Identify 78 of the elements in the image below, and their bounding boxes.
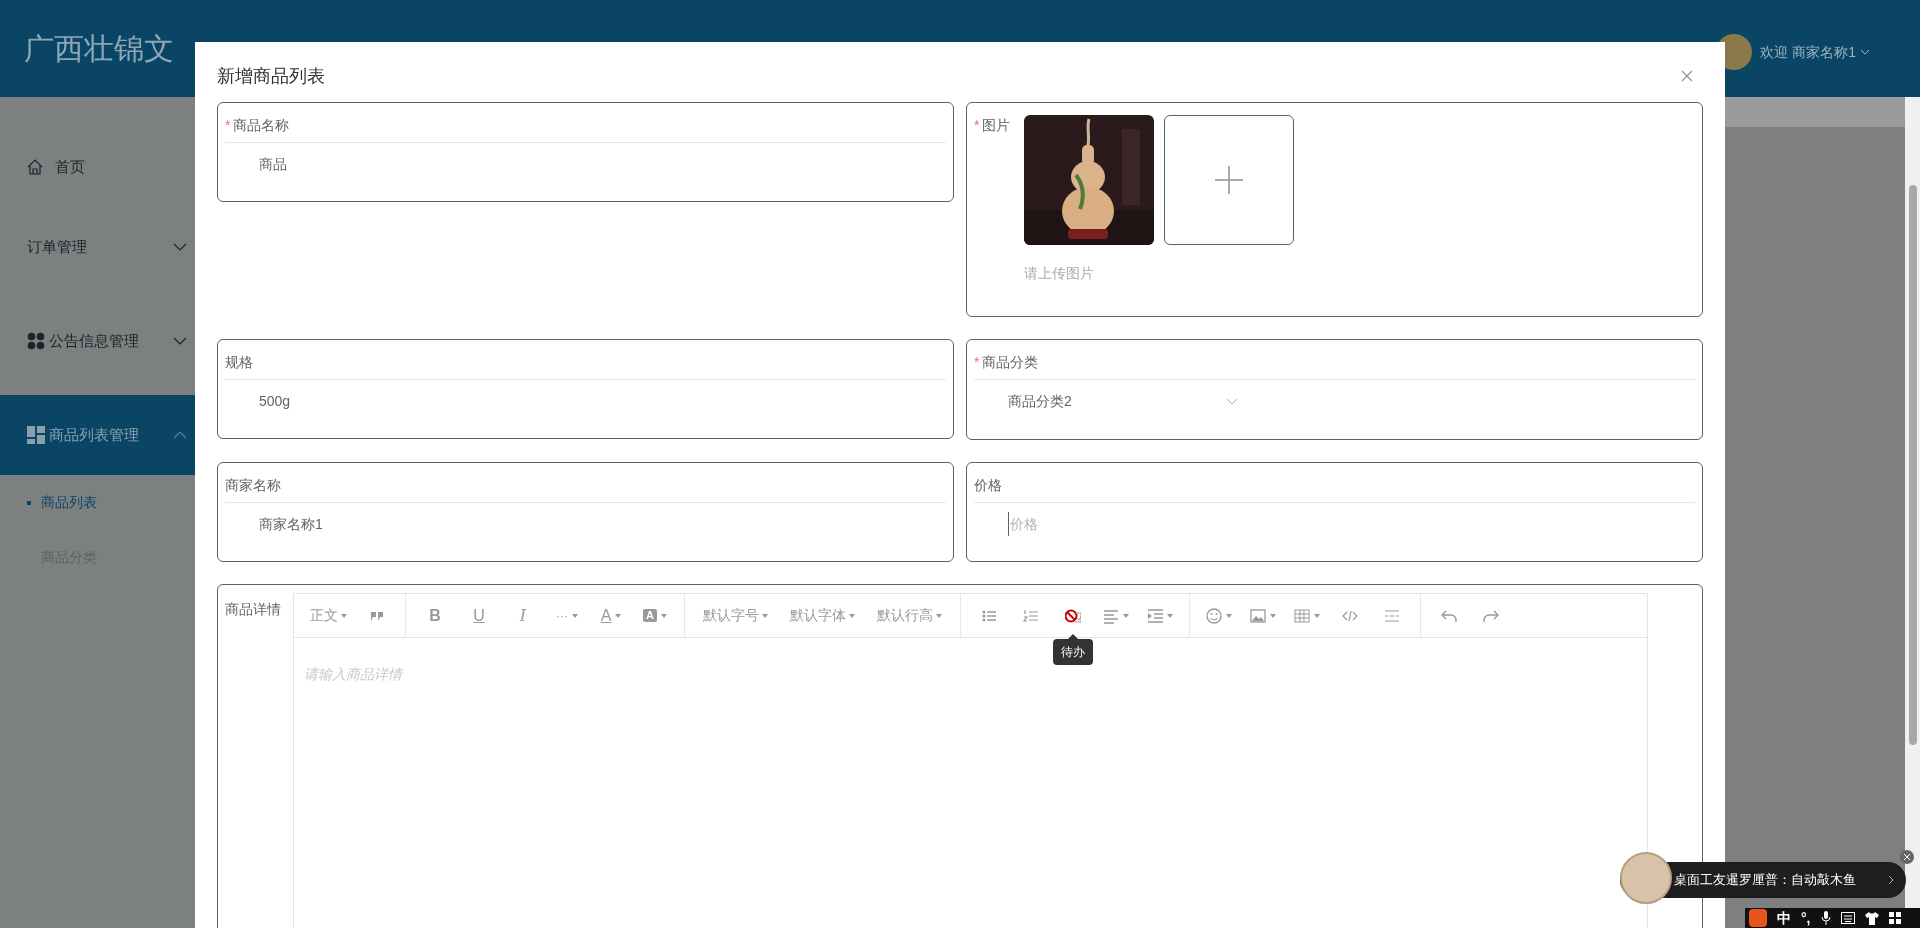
chevron-right-icon [1888,875,1894,885]
close-icon [1904,854,1910,860]
table-icon [1294,607,1310,624]
toolbar-button[interactable]: I [502,599,544,632]
toolbar-dropdown[interactable]: 默认字号 [693,599,778,632]
category-select[interactable]: 商品分类2 [1008,389,1238,413]
image-icon [1250,607,1266,624]
field-label: 规格 [225,353,254,372]
input-field[interactable]: 商品 [259,152,559,176]
required-mark: * [974,116,980,135]
plus-icon [1215,166,1244,194]
chevron-down-icon [173,337,187,345]
divider-icon [1384,607,1400,624]
toolbar-button[interactable]: ··· [546,599,588,632]
tooltip: 待办 [1053,638,1093,665]
caret-icon [660,613,667,618]
dialog-title: 新增商品列表 [217,64,325,88]
sidebar-item[interactable]: 订单管理 [0,207,195,287]
home-icon [27,159,43,175]
toolbar-button[interactable]: U [458,599,500,632]
caret-icon [1123,613,1129,618]
chevron-down-icon [1226,397,1238,405]
required-mark: * [225,116,231,135]
ime-mode[interactable]: 中 [1777,907,1791,928]
toolbar-dropdown[interactable]: 默认行高 [867,599,952,632]
notification-text: 桌面工友暹罗厘普：自动敲木鱼 [1674,871,1856,890]
field-label: * 商品分类 [974,352,1695,373]
caret-icon [1167,613,1173,618]
close-button[interactable] [1900,850,1914,864]
caret-icon [615,613,622,618]
field-label: 商家名称 [225,476,282,495]
shirt-icon [1864,911,1879,925]
emoji-icon [1206,607,1222,624]
numbered-list-icon [1023,607,1039,624]
upload-hint: 请上传图片 [1024,264,1096,283]
field-label: 商品详情 [225,600,281,619]
grid-icon [27,426,45,444]
field-label: * 商品名称 [225,115,946,136]
toolbar-button[interactable]: A [590,599,632,632]
caret-icon [936,613,942,618]
todo-icon [1065,607,1081,624]
submenu-item[interactable]: 商品列表 [0,475,195,530]
required-mark: * [974,353,980,372]
toolbar-dropdown[interactable]: 默认字体 [780,599,865,632]
indent-icon [1147,607,1163,624]
grid-icon [1888,912,1901,924]
close-icon [1681,70,1693,82]
toolbar-button[interactable]: A [634,599,676,632]
app-title: 广西壮锦文 [24,31,174,67]
upload-button[interactable] [1164,115,1295,245]
sidebar-item[interactable]: 首页 [0,127,195,207]
sidebar-item[interactable]: 商品列表管理 [0,395,195,475]
caret-icon [572,613,578,618]
chevron-down-icon [1860,49,1870,55]
field-label: * 图片 [974,115,1011,136]
chevron-up-icon [173,431,187,439]
caret-icon [1226,613,1232,618]
input-field[interactable]: 500g [259,389,559,413]
caret-icon [762,613,768,618]
input-field[interactable]: 商家名称1 [259,512,559,536]
user-menu[interactable]: 欢迎 商家名称1 [1760,41,1870,63]
ime-logo[interactable] [1749,909,1767,927]
caret-icon [1270,613,1276,618]
sidebar-item[interactable]: 公告信息管理 [0,301,195,381]
input-field[interactable]: 价格 [1008,512,1308,536]
chevron-down-icon [173,243,187,251]
caret-icon [849,613,855,618]
caret-icon [1314,613,1320,618]
caret-icon [341,613,347,618]
align-icon [1103,607,1119,624]
toolbar-dropdown[interactable]: 正文 [302,599,355,632]
field-label: 价格 [974,476,1003,495]
ime-punctuation[interactable]: °, [1801,907,1811,928]
dots-icon [27,332,45,350]
microphone-icon [1820,911,1831,925]
keyboard-icon [1840,912,1855,924]
toolbar-button[interactable]: B [414,599,456,632]
scrollbar-thumb[interactable] [1908,185,1917,745]
